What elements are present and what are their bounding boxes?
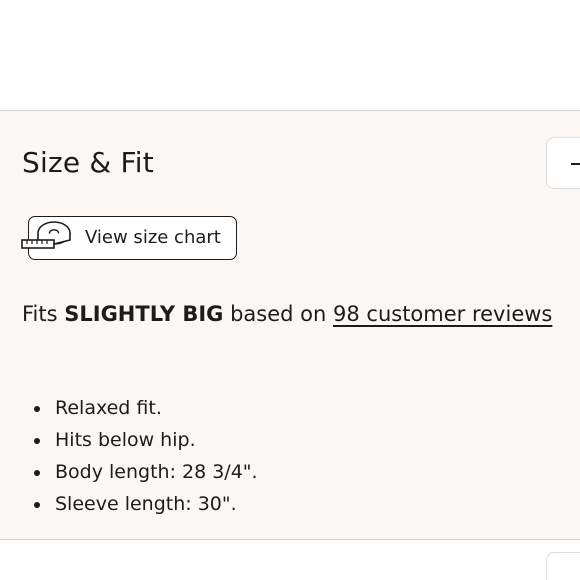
size-and-fit-section: Size & Fit View size chart Fits SLIGHTLY… xyxy=(0,110,580,540)
fit-value: SLIGHTLY BIG xyxy=(64,302,224,326)
next-section-area xyxy=(0,540,580,580)
product-page: Size & Fit View size chart Fits SLIGHTLY… xyxy=(0,0,580,580)
header-area xyxy=(0,0,580,110)
fit-middle-text: based on xyxy=(230,302,327,326)
fit-prefix: Fits xyxy=(22,302,58,326)
list-item: Relaxed fit. xyxy=(0,392,258,424)
view-size-chart-label: View size chart xyxy=(85,227,221,248)
measuring-tape-icon xyxy=(21,221,71,249)
section-title: Size & Fit xyxy=(22,146,154,179)
fit-summary: Fits SLIGHTLY BIG based on 98 customer r… xyxy=(22,300,552,328)
customer-reviews-link[interactable]: 98 customer reviews xyxy=(333,302,552,326)
list-item: Sleeve length: 30". xyxy=(0,488,258,520)
list-item: Body length: 28 3/4". xyxy=(0,456,258,488)
minus-icon xyxy=(571,163,580,165)
collapse-section-button[interactable] xyxy=(546,137,580,189)
fit-details-list: Relaxed fit. Hits below hip. Body length… xyxy=(0,392,258,520)
list-item: Hits below hip. xyxy=(0,424,258,456)
next-section-toggle-button[interactable] xyxy=(546,552,580,580)
